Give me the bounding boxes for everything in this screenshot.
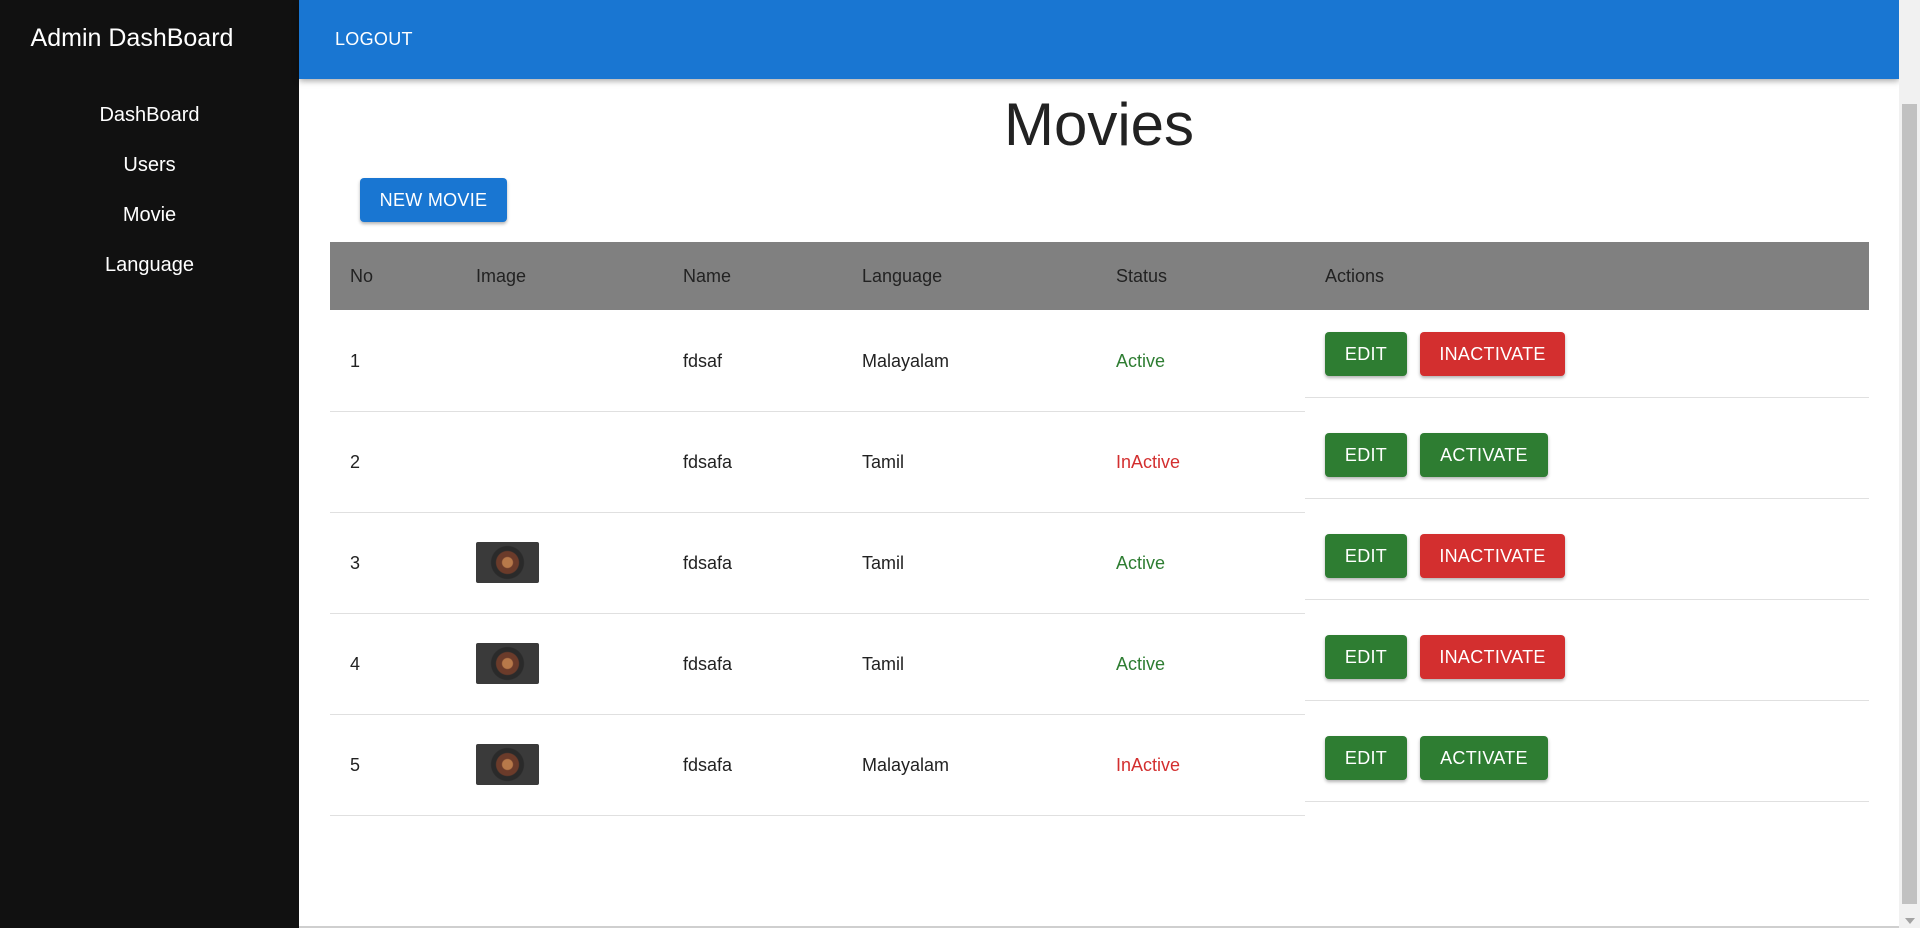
cell-name: fdsafa <box>683 654 733 674</box>
status-text: Active <box>1116 351 1166 371</box>
header-language: Language <box>862 266 943 286</box>
inactivate-button[interactable]: INACTIVATE <box>1420 534 1565 578</box>
cell-name: fdsafa <box>683 452 733 472</box>
sidebar-nav: DashBoard Users Movie Language <box>0 98 299 298</box>
cell-no: 4 <box>350 654 361 674</box>
table-row: 1 fdsaf Malayalam Active EDIT INACTIVATE <box>330 310 1869 410</box>
header-no: No <box>350 266 374 286</box>
cell-name: fdsaf <box>683 351 723 371</box>
cell-language: Malayalam <box>862 351 950 371</box>
row-divider <box>1305 700 1869 701</box>
status-text: InActive <box>1116 452 1181 472</box>
row-divider <box>1305 599 1869 600</box>
header-name: Name <box>683 266 732 286</box>
edit-button[interactable]: EDIT <box>1325 736 1407 780</box>
cell-language: Tamil <box>862 452 905 472</box>
table-row: 4 fdsafa Tamil Active EDIT INACTIVATE <box>330 613 1869 713</box>
table-row: 3 fdsafa Tamil Active EDIT INACTIVATE <box>330 512 1869 612</box>
logout-button[interactable]: LOGOUT <box>327 20 421 58</box>
activate-button[interactable]: ACTIVATE <box>1420 736 1548 780</box>
new-movie-button[interactable]: NEW MOVIE <box>360 178 507 222</box>
top-app-bar: LOGOUT <box>299 0 1899 79</box>
sidebar-item-movie[interactable]: Movie <box>0 198 299 248</box>
edit-button[interactable]: EDIT <box>1325 635 1407 679</box>
table-row: 5 fdsafa Malayalam InActive EDIT ACTIVATE <box>330 714 1869 814</box>
status-text: Active <box>1116 553 1166 573</box>
movie-thumbnail <box>476 542 539 583</box>
cell-no: 5 <box>350 755 361 775</box>
inactivate-button[interactable]: INACTIVATE <box>1420 635 1565 679</box>
cell-no: 2 <box>350 452 361 472</box>
movie-thumbnail <box>476 744 539 785</box>
page-title: Movies <box>1003 91 1195 158</box>
edit-button[interactable]: EDIT <box>1325 433 1407 477</box>
row-divider <box>1305 498 1869 499</box>
scrollbar-thumb[interactable] <box>1902 104 1917 904</box>
row-divider <box>330 815 1305 816</box>
table-row: 2 fdsafa Tamil InActive EDIT ACTIVATE <box>330 411 1869 511</box>
cell-language: Malayalam <box>862 755 950 775</box>
sidebar-title: Admin DashBoard <box>30 24 234 52</box>
scroll-down-arrow-icon[interactable] <box>1905 918 1915 924</box>
cell-name: fdsafa <box>683 755 733 775</box>
header-status: Status <box>1116 266 1168 286</box>
cell-language: Tamil <box>862 553 905 573</box>
sidebar-item-language[interactable]: Language <box>0 248 299 298</box>
status-text: InActive <box>1116 755 1181 775</box>
edit-button[interactable]: EDIT <box>1325 534 1407 578</box>
activate-button[interactable]: ACTIVATE <box>1420 433 1548 477</box>
cell-no: 3 <box>350 553 361 573</box>
cell-language: Tamil <box>862 654 905 674</box>
cell-name: fdsafa <box>683 553 733 573</box>
row-divider <box>1305 801 1869 802</box>
sidebar-item-dashboard[interactable]: DashBoard <box>0 98 299 148</box>
table-header: No Image Name Language Status Actions <box>330 242 1869 310</box>
header-actions: Actions <box>1325 266 1385 286</box>
cell-no: 1 <box>350 351 361 371</box>
inactivate-button[interactable]: INACTIVATE <box>1420 332 1565 376</box>
header-image: Image <box>476 266 527 286</box>
status-text: Active <box>1116 654 1166 674</box>
scrollbar[interactable] <box>1899 0 1920 928</box>
sidebar: Admin DashBoard DashBoard Users Movie La… <box>0 0 299 928</box>
row-divider <box>1305 397 1869 398</box>
movie-thumbnail <box>476 643 539 684</box>
edit-button[interactable]: EDIT <box>1325 332 1407 376</box>
sidebar-item-users[interactable]: Users <box>0 148 299 198</box>
